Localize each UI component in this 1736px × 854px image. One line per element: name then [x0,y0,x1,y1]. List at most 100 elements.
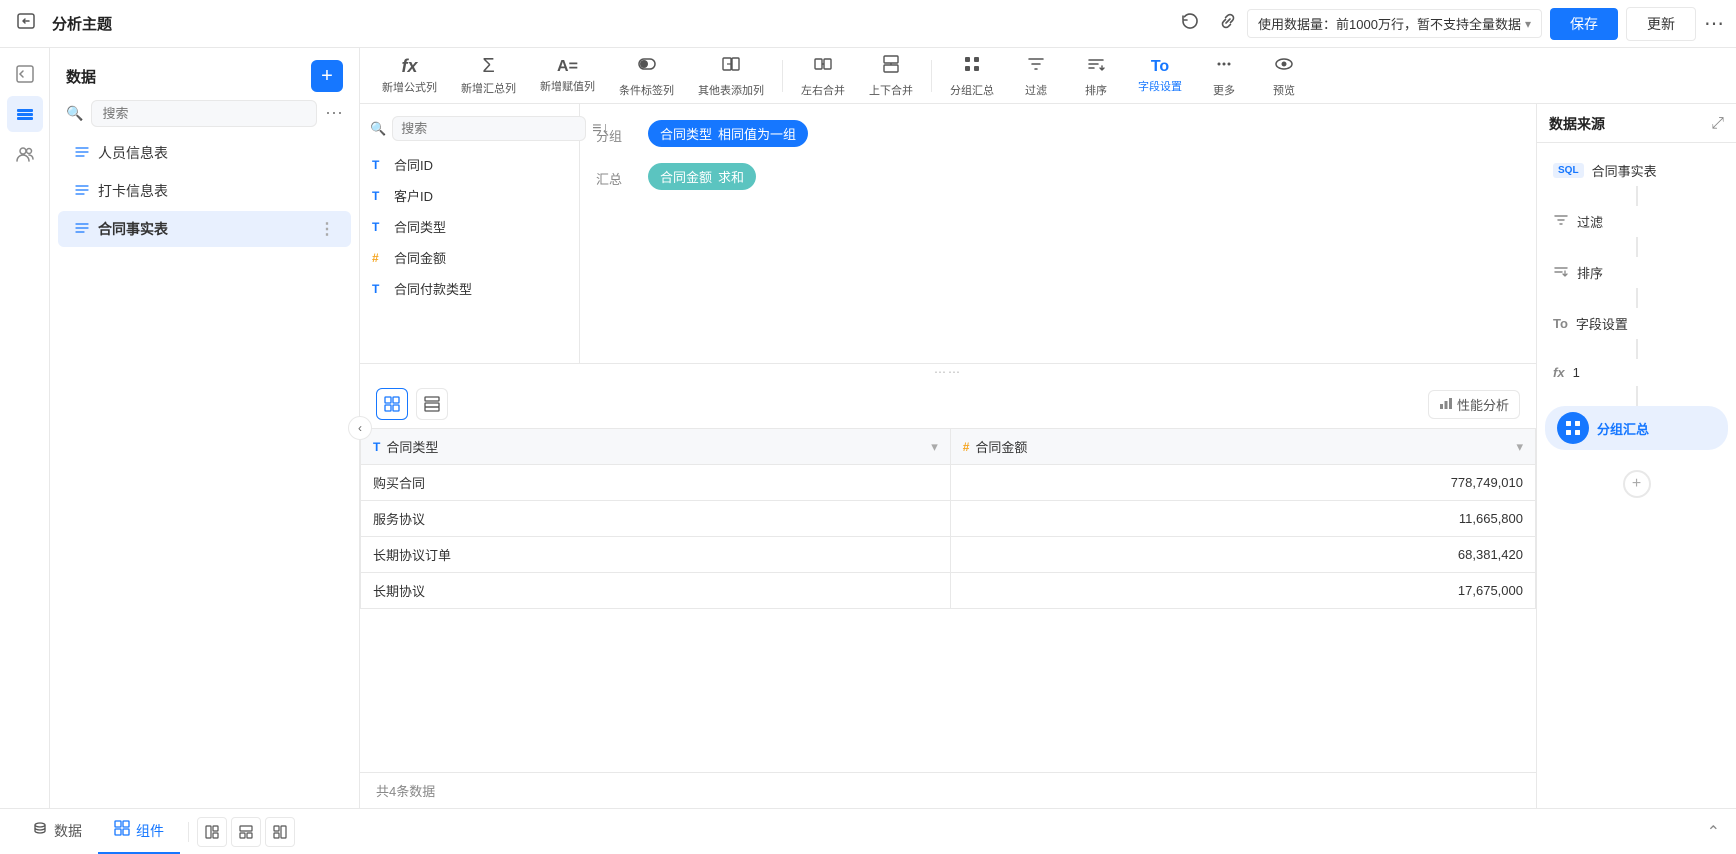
toolbar-divider-1 [782,60,783,92]
group-node-circle [1557,412,1589,444]
contract-table-icon [74,220,90,239]
personnel-table-label: 人员信息表 [98,143,168,163]
grid-view-btn[interactable] [376,388,408,420]
data-list-item-personnel[interactable]: 人员信息表 [58,135,351,171]
field-type-text-icon-3: T [372,220,386,234]
field-search-input[interactable] [392,116,586,141]
add-condition-col-btn[interactable]: 条件标签列 [609,50,684,102]
field-label-customer-id: 客户ID [394,186,433,205]
field-item-customer-id[interactable]: T 客户ID [360,180,579,211]
more-btn[interactable]: 更多 [1196,50,1252,102]
sort-icon [1086,54,1106,80]
data-panel-wrapper: 数据 + 🔍 ⋯ 人员信息表 打卡信息表 [50,48,360,808]
summary-chip-contract-amount[interactable]: 合同金额 求和 [648,163,756,190]
add-assign-col-btn[interactable]: A= 新增赋值列 [530,54,605,98]
field-item-payment-type[interactable]: T 合同付款类型 [360,273,579,304]
field-search-icon: 🔍 [370,121,386,137]
update-button[interactable]: 更新 [1626,7,1696,41]
bottom-tab-data[interactable]: 数据 [16,809,98,854]
col-header-contract-type: T 合同类型 ▾ [361,429,951,465]
layout-btn-3[interactable] [265,817,295,847]
main-toolbar: fx 新增公式列 Σ 新增汇总列 A= 新增赋值列 条件标签列 [360,48,1736,104]
sidebar-data-icon[interactable] [7,96,43,132]
pipeline-line [1636,186,1638,206]
data-panel-more-icon[interactable]: ⋯ [325,103,343,124]
refresh-icon[interactable] [1179,10,1201,37]
data-panel: 数据 + 🔍 ⋯ 人员信息表 打卡信息表 [50,48,360,808]
perf-icon [1439,396,1453,413]
contract-item-more-icon[interactable]: ⋮ [319,219,335,239]
add-sum-col-btn[interactable]: Σ 新增汇总列 [451,51,526,100]
field-item-contract-type[interactable]: T 合同类型 [360,211,579,242]
collapse-panel-btn[interactable]: ‹ [348,416,372,440]
col-dropdown-contract-amount[interactable]: ▾ [1516,439,1523,455]
data-table: T 合同类型 ▾ # 合同金额 [360,428,1536,609]
bottom-expand-icon[interactable]: ⌃ [1707,822,1720,842]
perf-analysis-btn[interactable]: 性能分析 [1428,390,1520,419]
component-tab-label: 组件 [136,821,164,841]
list-view-btn[interactable] [416,388,448,420]
personnel-table-icon [74,144,90,163]
pipeline-node-sql[interactable]: SQL 合同事实表 [1537,155,1736,186]
data-usage-text: 使用数据量：前1000万行，暂不支持全量数据 [1258,14,1521,33]
layout-btn-2[interactable] [231,817,261,847]
group-chip-contract-type[interactable]: 合同类型 相同值为一组 [648,120,808,147]
preview-btn[interactable]: 预览 [1256,50,1312,102]
field-item-contract-amount[interactable]: # 合同金额 [360,242,579,273]
bottom-tool-btns [197,817,295,847]
add-pipeline-step-btn[interactable]: + [1623,470,1651,498]
group-summary-btn[interactable]: 分组汇总 [940,50,1004,102]
pipeline-line [1636,237,1638,257]
field-settings-btn[interactable]: To 字段设置 [1128,54,1192,98]
pipeline-group-label: 分组汇总 [1597,419,1649,438]
data-panel-title: 数据 [66,66,96,87]
add-condition-col-label: 条件标签列 [619,82,674,98]
add-other-col-label: 其他表添加列 [698,82,764,98]
col-dropdown-contract-type[interactable]: ▾ [931,439,938,455]
save-button[interactable]: 保存 [1550,8,1618,40]
merge-lr-icon [813,54,833,80]
summary-chip-sub: 求和 [718,167,744,186]
link-icon[interactable] [1217,10,1239,37]
data-list-item-contract[interactable]: 合同事实表 ⋮ [58,211,351,247]
pipeline-line [1636,288,1638,308]
sort-btn[interactable]: 排序 [1068,50,1124,102]
data-usage-chevron: ▾ [1525,17,1531,31]
right-panel-add-area: + [1537,462,1736,506]
pipeline-node-sort[interactable]: 排序 [1537,257,1736,288]
pipeline-node-filter[interactable]: 过滤 [1537,206,1736,237]
layout-btn-1[interactable] [197,817,227,847]
add-datasource-btn[interactable]: + [311,60,343,92]
preview-label: 预览 [1273,82,1295,98]
filter-btn[interactable]: 过滤 [1008,50,1064,102]
data-usage-selector[interactable]: 使用数据量：前1000万行，暂不支持全量数据 ▾ [1247,9,1542,38]
merge-lr-btn[interactable]: 左右合并 [791,50,855,102]
sidebar-users-icon[interactable] [7,136,43,172]
field-item-contract-id[interactable]: T 合同ID [360,149,579,180]
col-type-text-icon: T [373,440,380,454]
back-icon[interactable] [12,7,40,40]
filter-icon [1026,54,1046,80]
right-panel-title: 数据来源 [1549,114,1605,134]
other-table-icon [721,54,741,80]
pipeline-line [1636,339,1638,359]
add-other-col-btn[interactable]: 其他表添加列 [688,50,774,102]
pipeline-node-formula[interactable]: fx 1 [1537,359,1736,386]
cell-contract-type-0: 购买合同 [361,465,951,501]
data-panel-search-input[interactable] [91,100,317,127]
drag-handle[interactable]: ⋯⋯ [360,364,1536,380]
main-layout: 数据 + 🔍 ⋯ 人员信息表 打卡信息表 [0,48,1736,808]
merge-tb-btn[interactable]: 上下合并 [859,50,923,102]
topbar-more-btn[interactable]: ⋯ [1704,11,1724,36]
group-chips: 合同类型 相同值为一组 [648,120,808,147]
filter-label: 过滤 [1025,82,1047,98]
data-list-item-attendance[interactable]: 打卡信息表 [58,173,351,209]
col-type-hash-icon: # [963,440,970,454]
sidebar-back-icon[interactable] [7,56,43,92]
pipeline-node-field-settings[interactable]: To 字段设置 [1537,308,1736,339]
pipeline-node-group[interactable]: 分组汇总 [1545,406,1728,450]
add-formula-col-btn[interactable]: fx 新增公式列 [372,52,447,99]
bottom-tab-component[interactable]: 组件 [98,809,180,854]
right-panel-expand-icon[interactable]: ⤢ [1711,115,1724,133]
toolbar-divider-2 [931,60,932,92]
